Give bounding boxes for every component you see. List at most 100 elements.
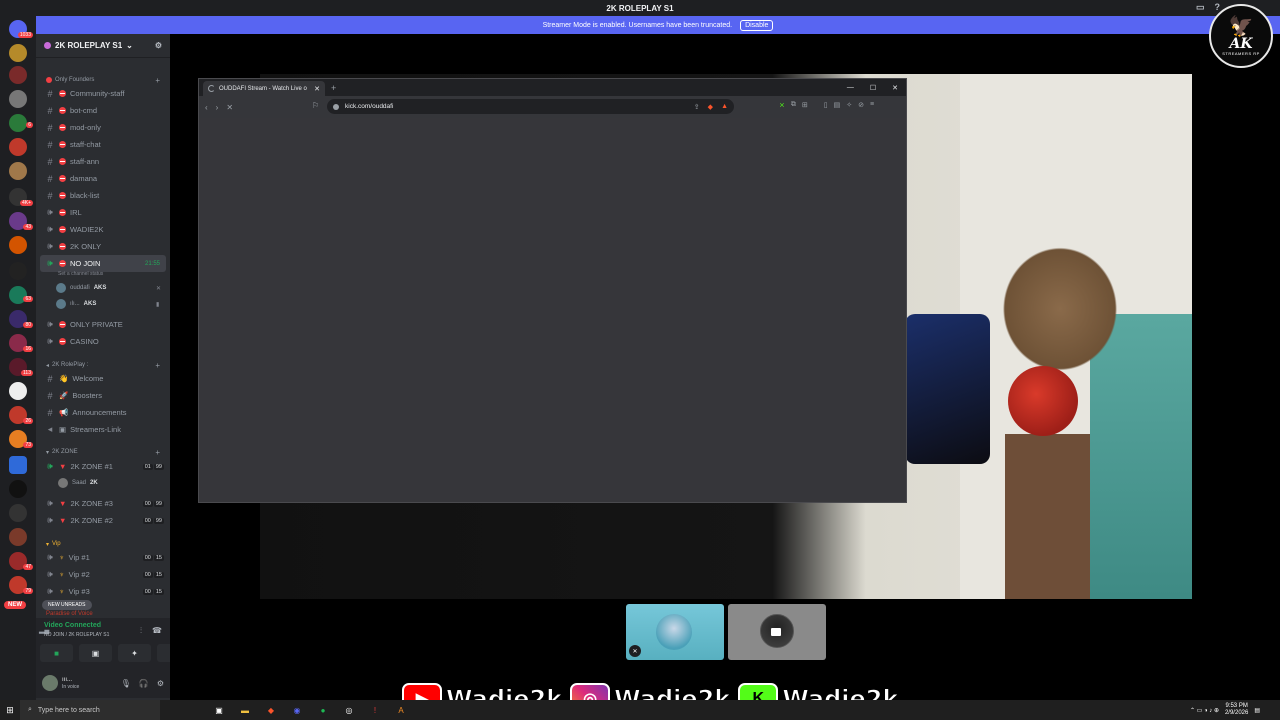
disable-streamer-mode-button[interactable]: Disable <box>740 19 774 31</box>
server-icon[interactable] <box>9 382 27 400</box>
voice-channel-item[interactable]: 🕪 ♆ Vip #1 00 15 <box>36 549 170 566</box>
user-controls: 🎙 🎧 ⚙ <box>121 679 164 688</box>
channel-item[interactable]: # bot-cmd <box>36 102 170 119</box>
voice-channel-item[interactable]: 🕪 2K ONLY <box>36 238 170 255</box>
disconnect-icon[interactable]: ☎ <box>152 626 162 636</box>
voice-channel-active[interactable]: 🕪 NO JOIN 21:55 <box>40 255 166 272</box>
taskbar-search[interactable]: ⌕ Type here to search <box>20 700 160 720</box>
voice-channel-item[interactable]: 🕪 CASINO <box>36 333 170 350</box>
voice-channel-item[interactable]: 🕪 ONLY PRIVATE <box>36 316 170 333</box>
minimize-icon[interactable]: — <box>847 84 854 92</box>
obs-icon[interactable]: ◎ <box>340 701 358 719</box>
server-icon[interactable] <box>9 44 27 62</box>
add-member-icon[interactable]: ⚙ <box>155 41 162 50</box>
tray-icons[interactable]: ⌃ ▭ ◑ ♪ ⊕ <box>1190 707 1219 714</box>
browser-tab[interactable]: OUDDAFI Stream - Watch Live o ✕ <box>203 81 325 96</box>
start-icon[interactable]: ⊞ <box>0 700 20 720</box>
headphones-icon[interactable]: 🎧 <box>139 679 149 688</box>
voice-channel-item[interactable]: 🕪 ♆ Vip #2 00 15 <box>36 566 170 583</box>
avatar[interactable] <box>42 675 58 691</box>
noise-suppression-icon[interactable]: ⫶ <box>140 626 142 636</box>
brave-shields-icon[interactable]: ◆ <box>708 103 713 111</box>
server-icon[interactable] <box>9 162 27 180</box>
forward-icon[interactable]: › <box>216 103 219 112</box>
server-icon[interactable] <box>9 236 27 254</box>
channel-item[interactable]: ◂ ▣ Streamers-Link <box>36 421 170 438</box>
voice-channel-item[interactable]: 🕪 WADIE2K <box>36 221 170 238</box>
add-channel-icon[interactable]: + <box>155 76 160 85</box>
server-icon[interactable] <box>9 90 27 108</box>
voice-channel-item[interactable]: 🕪 ▼ 2K ZONE #1 01 99 <box>36 458 170 475</box>
stop-icon[interactable]: ✕ <box>226 103 233 112</box>
server-icon[interactable] <box>9 528 27 546</box>
extension-icon[interactable]: ⧉ <box>791 101 796 109</box>
clock[interactable]: 9:53 PM 2/9/2026 <box>1225 703 1248 717</box>
close-icon[interactable]: ✕ <box>892 84 898 92</box>
server-icon[interactable] <box>9 138 27 156</box>
notifications-icon[interactable]: ▤ <box>1254 707 1260 714</box>
category-zone[interactable]: ▾ 2K ZONE + <box>36 446 170 458</box>
brave-icon[interactable]: ◆ <box>262 701 280 719</box>
channel-item[interactable]: # 🚀 Boosters <box>36 387 170 404</box>
back-icon[interactable]: ‹ <box>205 103 208 112</box>
voice-channel-item[interactable]: 🕪 ▼ 2K ZONE #2 00 99 <box>36 512 170 529</box>
new-unreads-pill[interactable]: NEW UNREADS <box>42 600 92 610</box>
server-icon[interactable] <box>9 456 27 474</box>
maximize-icon[interactable]: ☐ <box>870 84 876 92</box>
spotify-icon[interactable]: ● <box>314 701 332 719</box>
brave-rewards-icon[interactable]: ▲ <box>721 103 728 111</box>
share-icon[interactable]: ⇪ <box>694 103 700 111</box>
close-tab-icon[interactable]: ✕ <box>314 85 320 93</box>
site-info-icon[interactable] <box>333 103 339 110</box>
add-channel-icon[interactable]: + <box>155 448 160 457</box>
channel-item[interactable]: # mod-only <box>36 119 170 136</box>
menu-icon[interactable]: ≡ <box>870 101 874 109</box>
channel-item[interactable]: # 👋 Welcome <box>36 370 170 387</box>
voice-status-subtitle[interactable]: NO JOIN / 2K ROLEPLAY S1 <box>44 632 109 638</box>
server-icon[interactable] <box>9 262 27 280</box>
settings-icon[interactable]: ⚙ <box>157 679 164 688</box>
file-explorer-icon[interactable]: ▬ <box>236 701 254 719</box>
leo-icon[interactable]: ✧ <box>846 101 852 109</box>
voice-channel-item[interactable]: 🕪 ▼ 2K ZONE #3 00 99 <box>36 495 170 512</box>
bookmark-icon[interactable]: ⚐ <box>312 101 319 110</box>
channel-item[interactable]: # staff-chat <box>36 136 170 153</box>
sidebar-icon[interactable]: ▯ <box>824 101 828 109</box>
voice-member[interactable]: ılı... AKS ▮ <box>56 297 159 311</box>
participant-tile[interactable] <box>728 604 826 660</box>
address-bar[interactable]: kick.com/ouddafi ⇪ ◆ ▲ <box>327 99 734 114</box>
channel-item[interactable]: # black-list <box>36 187 170 204</box>
channel-item[interactable]: # 📢 Announcements <box>36 404 170 421</box>
voice-member[interactable]: ouddafi AKS ✕ <box>56 281 161 295</box>
inbox-icon[interactable]: ▭ <box>1196 2 1205 13</box>
voice-channel-item[interactable]: 🕪 ♆ Vip #3 00 15 <box>36 583 170 600</box>
discord-icon[interactable]: ◉ <box>288 701 306 719</box>
channel-item[interactable]: # damana <box>36 170 170 187</box>
app-icon[interactable]: A <box>392 701 410 719</box>
server-icon[interactable] <box>9 504 27 522</box>
new-tab-icon[interactable]: + <box>331 83 336 93</box>
participant-tile[interactable]: ✕ <box>626 604 724 660</box>
activities-button[interactable]: ✦ <box>118 644 151 662</box>
kick-extension-icon[interactable]: ⨯ <box>779 101 785 109</box>
vpn-icon[interactable]: ⊘ <box>858 101 864 109</box>
task-view-icon[interactable]: ▣ <box>210 701 228 719</box>
page-content[interactable] <box>199 119 906 502</box>
channel-item[interactable]: # Community-staff <box>36 85 170 102</box>
wallet-icon[interactable]: ▤ <box>834 101 841 109</box>
voice-member[interactable]: Saad 2K <box>58 476 98 490</box>
channel-item[interactable]: # staff-ann <box>36 153 170 170</box>
camera-button[interactable]: ■ <box>40 644 73 662</box>
microphone-icon[interactable]: 🎙 <box>121 679 131 688</box>
voice-channel-item[interactable]: 🕪 IRL <box>36 204 170 221</box>
puzzle-icon[interactable]: ⊞ <box>802 101 808 109</box>
app-icon[interactable]: ! <box>366 701 384 719</box>
server-icon[interactable] <box>9 114 27 132</box>
channel-status-hint[interactable]: Set a channel status <box>58 271 103 277</box>
screen-share-button[interactable]: ▣ <box>79 644 112 662</box>
server-header[interactable]: 2K ROLEPLAY S1 ⌄ ⚙ <box>36 34 170 58</box>
user-info[interactable]: ııı... In voice <box>62 677 79 690</box>
server-icon[interactable] <box>9 480 27 498</box>
server-icon[interactable] <box>9 66 27 84</box>
add-channel-icon[interactable]: + <box>155 361 160 370</box>
